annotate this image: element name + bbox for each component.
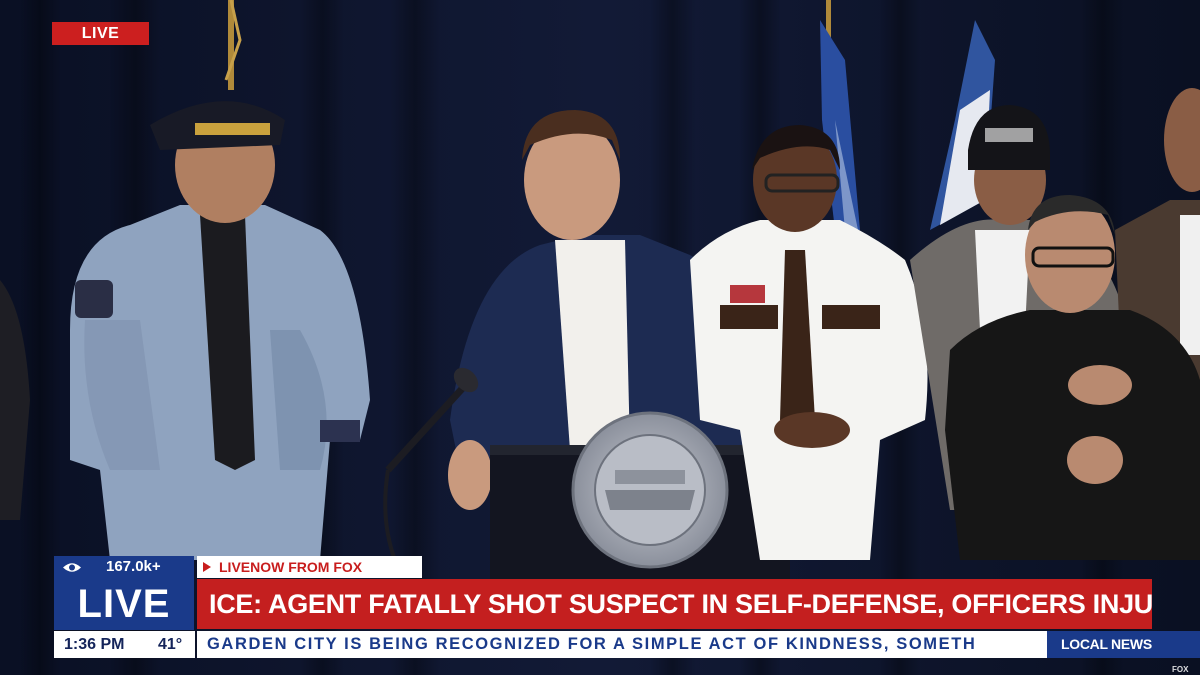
temperature: 41° xyxy=(158,636,183,653)
viewer-count: 167.0k+ xyxy=(106,558,161,575)
source-label: LIVENOW FROM FOX xyxy=(219,559,363,575)
ticker-category-label: LOCAL NEWS xyxy=(1047,631,1200,658)
play-triangle-icon xyxy=(203,562,211,572)
live-badge: LIVE xyxy=(52,22,149,45)
video-frame: LIVE 167.0k+ LIVE LIVENOW FROM FOX ICE: … xyxy=(0,0,1200,675)
news-ticker: GARDEN CITY IS BEING RECOGNIZED FOR A SI… xyxy=(197,631,1047,658)
eye-icon xyxy=(63,563,81,572)
headline-banner: ICE: AGENT FATALLY SHOT SUSPECT IN SELF-… xyxy=(197,579,1152,629)
viewer-row: 167.0k+ xyxy=(54,556,194,578)
network-bug: FOX xyxy=(1172,665,1189,674)
time-temp-box: 1:36 PM 41° xyxy=(54,631,195,658)
source-tag: LIVENOW FROM FOX xyxy=(197,556,422,578)
clock-time: 1:36 PM xyxy=(64,636,125,653)
viewer-panel: 167.0k+ LIVE xyxy=(54,556,194,630)
live-label-large: LIVE xyxy=(77,582,171,626)
